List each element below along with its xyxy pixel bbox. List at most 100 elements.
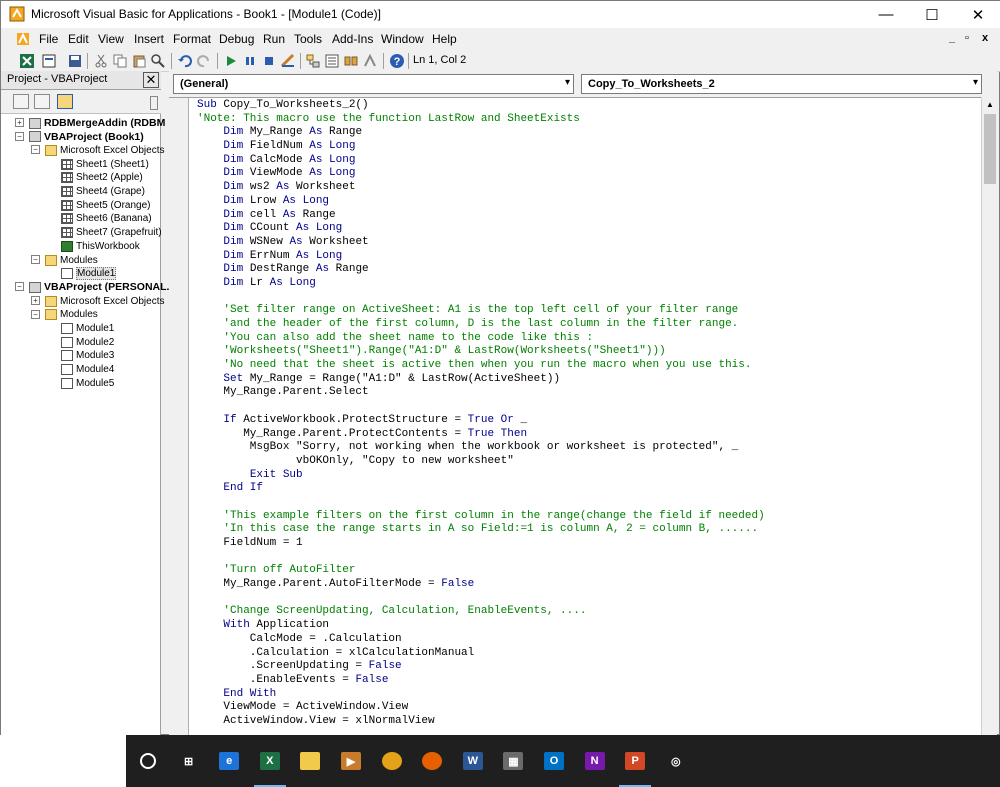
code-line[interactable]: Dim CalcMode As Long bbox=[197, 154, 765, 168]
tree-node[interactable]: Modules bbox=[45, 253, 98, 267]
powerpoint-taskbar-button[interactable]: P bbox=[615, 735, 655, 787]
tree-node[interactable]: Module1 bbox=[61, 267, 117, 281]
menu-add-ins[interactable]: Add-Ins bbox=[332, 32, 373, 46]
code-line[interactable]: Dim FieldNum As Long bbox=[197, 140, 765, 154]
code-line[interactable] bbox=[197, 551, 765, 565]
design-mode-icon[interactable] bbox=[280, 53, 296, 69]
code-line[interactable]: 'In this case the range starts in A so F… bbox=[197, 523, 765, 537]
code-line[interactable]: 'Worksheets("Sheet1").Range("A1:D" & Las… bbox=[197, 345, 765, 359]
tree-node[interactable]: ThisWorkbook bbox=[61, 239, 140, 253]
code-line[interactable]: Dim ws2 As Worksheet bbox=[197, 181, 765, 195]
tree-expander-icon[interactable]: + bbox=[15, 118, 24, 127]
tree-node[interactable]: Sheet7 (Grapefruit) bbox=[61, 226, 162, 240]
menu-run[interactable]: Run bbox=[263, 32, 285, 46]
code-line[interactable]: vbOKOnly, "Copy to new worksheet" bbox=[197, 455, 765, 469]
code-line[interactable]: 'Set filter range on ActiveSheet: A1 is … bbox=[197, 304, 765, 318]
code-line[interactable]: ViewMode = ActiveWindow.View bbox=[197, 701, 765, 715]
app-swirl-taskbar-button[interactable]: ◎ bbox=[656, 735, 696, 787]
menu-debug[interactable]: Debug bbox=[219, 32, 254, 46]
help-icon[interactable]: ? bbox=[389, 53, 405, 69]
code-line[interactable]: End If bbox=[197, 482, 765, 496]
tree-node[interactable]: Module1 bbox=[61, 322, 114, 336]
code-line[interactable]: 'This example filters on the first colum… bbox=[197, 510, 764, 524]
menu-file[interactable]: File bbox=[39, 32, 58, 46]
word-taskbar-button[interactable]: W bbox=[453, 735, 493, 787]
code-editor[interactable]: Sub Copy_To_Worksheets_2() 'Note: This ma… bbox=[169, 97, 981, 737]
outlook-taskbar-button[interactable]: O bbox=[534, 735, 574, 787]
tree-node[interactable]: Module4 bbox=[61, 363, 114, 377]
tree-node[interactable]: Sheet5 (Orange) bbox=[61, 198, 151, 212]
project-explorer-icon[interactable] bbox=[305, 53, 321, 69]
toggle-folders-icon[interactable] bbox=[57, 94, 73, 109]
project-pane-close-button[interactable]: ✕ bbox=[143, 72, 159, 88]
paste-icon[interactable] bbox=[131, 53, 147, 69]
minimize-button[interactable]: — bbox=[863, 1, 909, 28]
view-object-icon[interactable] bbox=[34, 94, 50, 109]
tree-node[interactable]: Module5 bbox=[61, 376, 114, 390]
tree-expander-icon[interactable]: − bbox=[15, 282, 24, 292]
code-line[interactable]: 'Note: This macro use the function LastR… bbox=[197, 113, 765, 127]
code-line[interactable]: 'You can also add the sheet name to the … bbox=[197, 332, 765, 346]
tree-node[interactable]: VBAProject (Book1) bbox=[29, 130, 144, 144]
vertical-scrollbar[interactable]: ▲ bbox=[981, 97, 997, 736]
tree-node[interactable]: Microsoft Excel Objects bbox=[45, 143, 164, 157]
menu-tools[interactable]: Tools bbox=[294, 32, 322, 46]
code-line[interactable]: 'Turn off AutoFilter bbox=[197, 564, 765, 578]
code-line[interactable]: .ScreenUpdating = False bbox=[197, 660, 765, 674]
code-line[interactable]: .EnableEvents = False bbox=[197, 674, 765, 688]
project-pane-scroll-arrow[interactable] bbox=[150, 96, 158, 110]
file-explorer-taskbar-button[interactable] bbox=[290, 735, 330, 787]
menu-edit[interactable]: Edit bbox=[68, 32, 89, 46]
object-combo[interactable]: (General) ▾ bbox=[173, 74, 574, 94]
code-line[interactable]: My_Range.Parent.Select bbox=[197, 386, 765, 400]
tree-node[interactable]: Sheet1 (Sheet1) bbox=[61, 157, 149, 171]
code-line[interactable]: Dim ErrNum As Long bbox=[197, 250, 765, 264]
maximize-button[interactable]: ☐ bbox=[909, 1, 955, 28]
insert-module-icon[interactable] bbox=[41, 53, 57, 69]
task-view-taskbar-button[interactable]: ⊞ bbox=[169, 735, 209, 787]
code-line[interactable]: Dim CCount As Long bbox=[197, 222, 765, 236]
menu-format[interactable]: Format bbox=[173, 32, 211, 46]
close-button[interactable]: ✕ bbox=[955, 1, 1000, 28]
start-cortana-taskbar-button[interactable] bbox=[128, 735, 168, 787]
menu-help[interactable]: Help bbox=[432, 32, 457, 46]
code-line[interactable]: If ActiveWorkbook.ProtectStructure = Tru… bbox=[197, 414, 765, 428]
break-icon[interactable] bbox=[242, 53, 258, 69]
menu-insert[interactable]: Insert bbox=[134, 32, 164, 46]
copy-icon[interactable] bbox=[112, 53, 128, 69]
code-line[interactable]: Dim Lrow As Long bbox=[197, 195, 765, 209]
toolbox-icon[interactable] bbox=[362, 53, 378, 69]
code-line[interactable]: Set My_Range = Range("A1:D" & LastRow(Ac… bbox=[197, 373, 765, 387]
code-text[interactable]: Sub Copy_To_Worksheets_2() 'Note: This ma… bbox=[197, 99, 765, 729]
find-icon[interactable] bbox=[150, 53, 166, 69]
cut-icon[interactable] bbox=[93, 53, 109, 69]
object-browser-icon[interactable] bbox=[343, 53, 359, 69]
tree-node[interactable]: Microsoft Excel Objects bbox=[45, 294, 164, 308]
undo-icon[interactable] bbox=[177, 53, 193, 69]
code-line[interactable]: Dim cell As Range bbox=[197, 209, 765, 223]
code-line[interactable]: My_Range.Parent.AutoFilterMode = False bbox=[197, 578, 765, 592]
code-line[interactable]: FieldNum = 1 bbox=[197, 537, 765, 551]
code-line[interactable]: Dim DestRange As Range bbox=[197, 263, 765, 277]
scroll-up-arrow-icon[interactable]: ▲ bbox=[982, 97, 998, 113]
indicator-margin[interactable] bbox=[169, 98, 189, 737]
code-line[interactable]: Exit Sub bbox=[197, 469, 765, 483]
code-line[interactable]: Sub Copy_To_Worksheets_2() bbox=[197, 99, 765, 113]
code-line[interactable] bbox=[197, 592, 765, 606]
reset-icon[interactable] bbox=[261, 53, 277, 69]
code-line[interactable]: MsgBox "Sorry, not working when the work… bbox=[197, 441, 765, 455]
tree-node[interactable]: Sheet4 (Grape) bbox=[61, 185, 145, 199]
tree-node[interactable]: RDBMergeAddin (RDBM bbox=[29, 116, 165, 130]
tree-expander-icon[interactable]: − bbox=[31, 145, 40, 155]
tree-expander-icon[interactable]: + bbox=[31, 296, 40, 306]
vba-menu-icon[interactable] bbox=[15, 31, 31, 47]
view-code-icon[interactable] bbox=[13, 94, 29, 109]
code-line[interactable]: With Application bbox=[197, 619, 765, 633]
code-line[interactable]: 'No need that the sheet is active then w… bbox=[197, 359, 765, 373]
tree-node[interactable]: Module2 bbox=[61, 335, 114, 349]
redo-icon[interactable] bbox=[196, 53, 212, 69]
excel-taskbar-taskbar-button[interactable]: X bbox=[250, 735, 290, 787]
menu-view[interactable]: View bbox=[98, 32, 124, 46]
code-line[interactable]: 'and the header of the first column, D i… bbox=[197, 318, 765, 332]
video-app-taskbar-button[interactable]: ▶ bbox=[331, 735, 371, 787]
